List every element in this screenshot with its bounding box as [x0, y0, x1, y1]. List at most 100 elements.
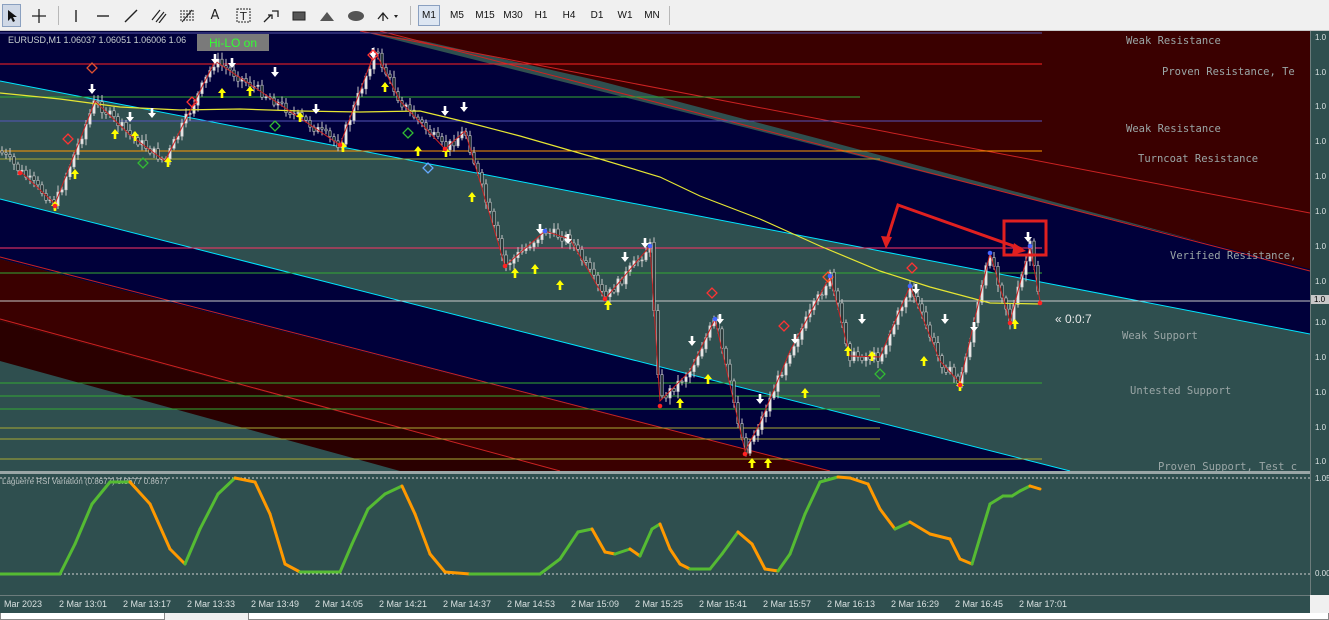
zone-label: Weak Support	[1122, 330, 1198, 342]
fibonacci-retracement-icon[interactable]	[176, 4, 198, 27]
candle-body	[420, 119, 424, 123]
timeframe-h1-button[interactable]: H1	[530, 5, 552, 26]
candle-body	[296, 112, 300, 114]
price-tick: 1.0	[1315, 457, 1327, 466]
rsi-segment	[168, 547, 187, 566]
trendline-icon[interactable]	[120, 4, 142, 27]
candle-body	[560, 236, 564, 242]
candle-body	[644, 252, 648, 261]
rsi-segment	[958, 557, 974, 566]
time-tick: 2 Mar 16:45	[955, 599, 1004, 609]
timeframe-d1-button[interactable]: D1	[586, 5, 608, 26]
candle-body	[108, 110, 112, 115]
equidistant-channel-icon[interactable]	[148, 4, 170, 27]
zone-label: Turncoat Resistance	[1138, 153, 1259, 165]
candle-body	[488, 201, 492, 212]
candle-body	[228, 67, 232, 71]
timeframe-m15-button[interactable]: M15	[472, 5, 498, 26]
price-tick: 1.0	[1315, 277, 1327, 286]
candle-body	[764, 410, 768, 418]
rsi-segment	[198, 492, 220, 531]
sell-arrow-icon	[858, 314, 866, 324]
price-scale[interactable]: 1.0 1.0 1.0 1.0 1.0 1.0 1.0 1.0 1.0 1.0 …	[1310, 31, 1329, 595]
price-tick: 1.0	[1315, 33, 1327, 42]
rsi-segment	[268, 512, 287, 566]
hilo-toggle-button[interactable]: Hi-LO on	[197, 34, 269, 51]
indicator-scale-bottom: 0.00	[1315, 569, 1329, 578]
vertical-line-icon[interactable]	[66, 4, 86, 27]
cursor-arrow-icon[interactable]	[2, 4, 21, 27]
candle-body	[860, 356, 864, 361]
candle-body	[884, 345, 888, 355]
candle-body	[112, 110, 116, 117]
time-tick: 2 Mar 15:09	[571, 599, 620, 609]
rsi-segment	[970, 502, 992, 566]
candle-body	[576, 244, 580, 250]
pivot-dot	[657, 403, 663, 409]
chart-tab[interactable]	[0, 613, 165, 620]
timeframe-m30-button[interactable]: M30	[500, 5, 526, 26]
timeframe-m5-button[interactable]: M5	[446, 5, 468, 26]
candle-body	[640, 259, 644, 262]
horizontal-line-icon[interactable]	[92, 4, 114, 27]
time-tick: 2 Mar 14:21	[379, 599, 428, 609]
time-tick: 2 Mar 13:17	[123, 599, 172, 609]
rsi-segment	[720, 530, 740, 556]
text-icon[interactable]: A	[204, 4, 226, 27]
rsi-segment	[776, 552, 792, 573]
buy-arrow-icon	[556, 280, 564, 290]
rsi-segment	[443, 570, 472, 576]
price-tick: 1.0	[1315, 207, 1327, 216]
candle-body	[508, 263, 512, 266]
sell-arrow-icon	[621, 252, 629, 262]
more-shapes-icon[interactable]	[374, 4, 404, 27]
candle-body	[32, 175, 36, 181]
candle-body	[836, 290, 840, 304]
crosshair-icon[interactable]	[28, 4, 50, 27]
chart-tabs	[0, 613, 1329, 620]
candle-body	[124, 121, 128, 131]
symbol-info: EURUSD,M1 1.06037 1.06051 1.06006 1.06	[8, 35, 187, 45]
triangle-icon[interactable]	[316, 4, 338, 27]
timeframe-w1-button[interactable]: W1	[614, 5, 636, 26]
chart-area[interactable]: EURUSD,M1 1.06037 1.06051 1.06006 1.06 H…	[0, 31, 1310, 595]
price-chart[interactable]	[0, 31, 1310, 471]
timeframe-m1-button[interactable]: M1	[418, 5, 440, 26]
sell-arrow-icon	[970, 322, 978, 332]
rsi-segment	[128, 480, 152, 506]
pivot-dot	[442, 146, 448, 152]
pivot-dot	[907, 283, 913, 289]
rectangle-icon[interactable]	[288, 4, 310, 27]
rsi-segment	[400, 484, 417, 516]
candle-body	[596, 274, 600, 285]
candle-body	[280, 101, 284, 104]
zone-label: Weak Resistance	[1126, 123, 1221, 135]
rsi-segment	[763, 567, 780, 573]
zone-label: Verified Resistance,	[1170, 250, 1297, 262]
buy-arrow-icon	[920, 356, 928, 366]
timeframe-h4-button[interactable]: H4	[558, 5, 580, 26]
rsi-segment	[878, 507, 897, 531]
candle-body	[256, 84, 260, 87]
rsi-segment	[750, 542, 767, 571]
rsi-segment	[73, 502, 94, 546]
pivot-dot	[827, 273, 833, 279]
ellipse-icon[interactable]	[344, 4, 368, 27]
price-tick: 1.0	[1315, 137, 1327, 146]
rsi-segment	[383, 484, 404, 496]
chart-tab[interactable]	[248, 613, 1329, 620]
candle-body	[784, 363, 788, 376]
candle-body	[368, 68, 372, 77]
timeframe-mn-button[interactable]: MN	[640, 5, 664, 26]
candle-body	[504, 254, 508, 266]
sell-arrow-icon	[941, 314, 949, 324]
arrows-icon[interactable]	[260, 4, 282, 27]
rsi-segment	[788, 512, 807, 556]
rsi-segment	[893, 520, 912, 531]
rsi-segment	[538, 557, 562, 576]
time-tick: 2 Mar 15:25	[635, 599, 684, 609]
text-label-icon[interactable]: T	[232, 4, 254, 27]
pivot-dot	[602, 296, 608, 302]
time-tick: 2 Mar 16:13	[827, 599, 876, 609]
candle-body	[700, 348, 704, 357]
